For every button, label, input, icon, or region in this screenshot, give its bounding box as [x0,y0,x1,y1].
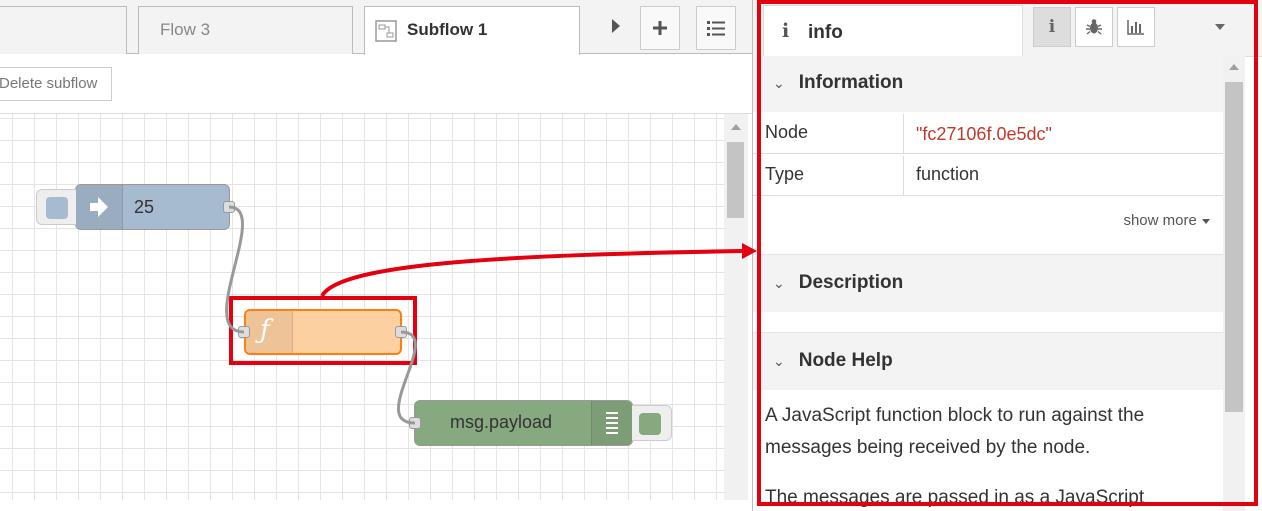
plus-icon [653,21,667,35]
tab-flow-3[interactable]: Flow 3 [138,6,353,54]
tab-label: Subflow 1 [407,20,488,39]
arrow-in-icon [90,197,108,217]
debug-node-icon-area [591,401,632,445]
tab-label: Flow 3 [160,20,211,39]
add-flow-button[interactable] [640,6,680,50]
caret-right-icon [612,19,620,33]
debug-node-label: msg.payload [450,412,553,432]
debug-node[interactable]: msg.payload [414,400,633,446]
debug-toggle-button[interactable] [632,405,672,441]
canvas-horizontal-scrollbar[interactable] [0,500,752,511]
tab-scroll-right-button[interactable] [597,6,633,50]
function-node-highlight [229,296,417,365]
tab-subflow-1[interactable]: Subflow 1 [364,6,580,56]
workspace-tabs: Flow 3 Subflow 1 [0,0,752,56]
inject-node-icon-area [76,185,123,229]
canvas-vertical-scrollbar[interactable] [724,114,748,500]
inject-output-port[interactable] [223,201,235,213]
scroll-up-icon [731,124,741,130]
subflow-icon [375,20,397,47]
inject-button[interactable] [36,189,76,225]
delete-subflow-label: Delete subflow [0,75,98,92]
flow-list-button[interactable] [696,6,736,50]
subflow-toolbar: Delete subflow [0,55,752,114]
sidebar-highlight [757,0,1258,506]
debug-list-icon [606,412,618,434]
scroll-thumb[interactable] [727,142,744,218]
delete-subflow-button[interactable]: Delete subflow [0,67,112,101]
inject-node[interactable]: 25 [75,184,230,230]
inject-node-label: 25 [134,197,155,217]
debug-input-port[interactable] [409,417,421,429]
tab-flow-2[interactable] [0,6,127,54]
list-icon [707,21,725,36]
